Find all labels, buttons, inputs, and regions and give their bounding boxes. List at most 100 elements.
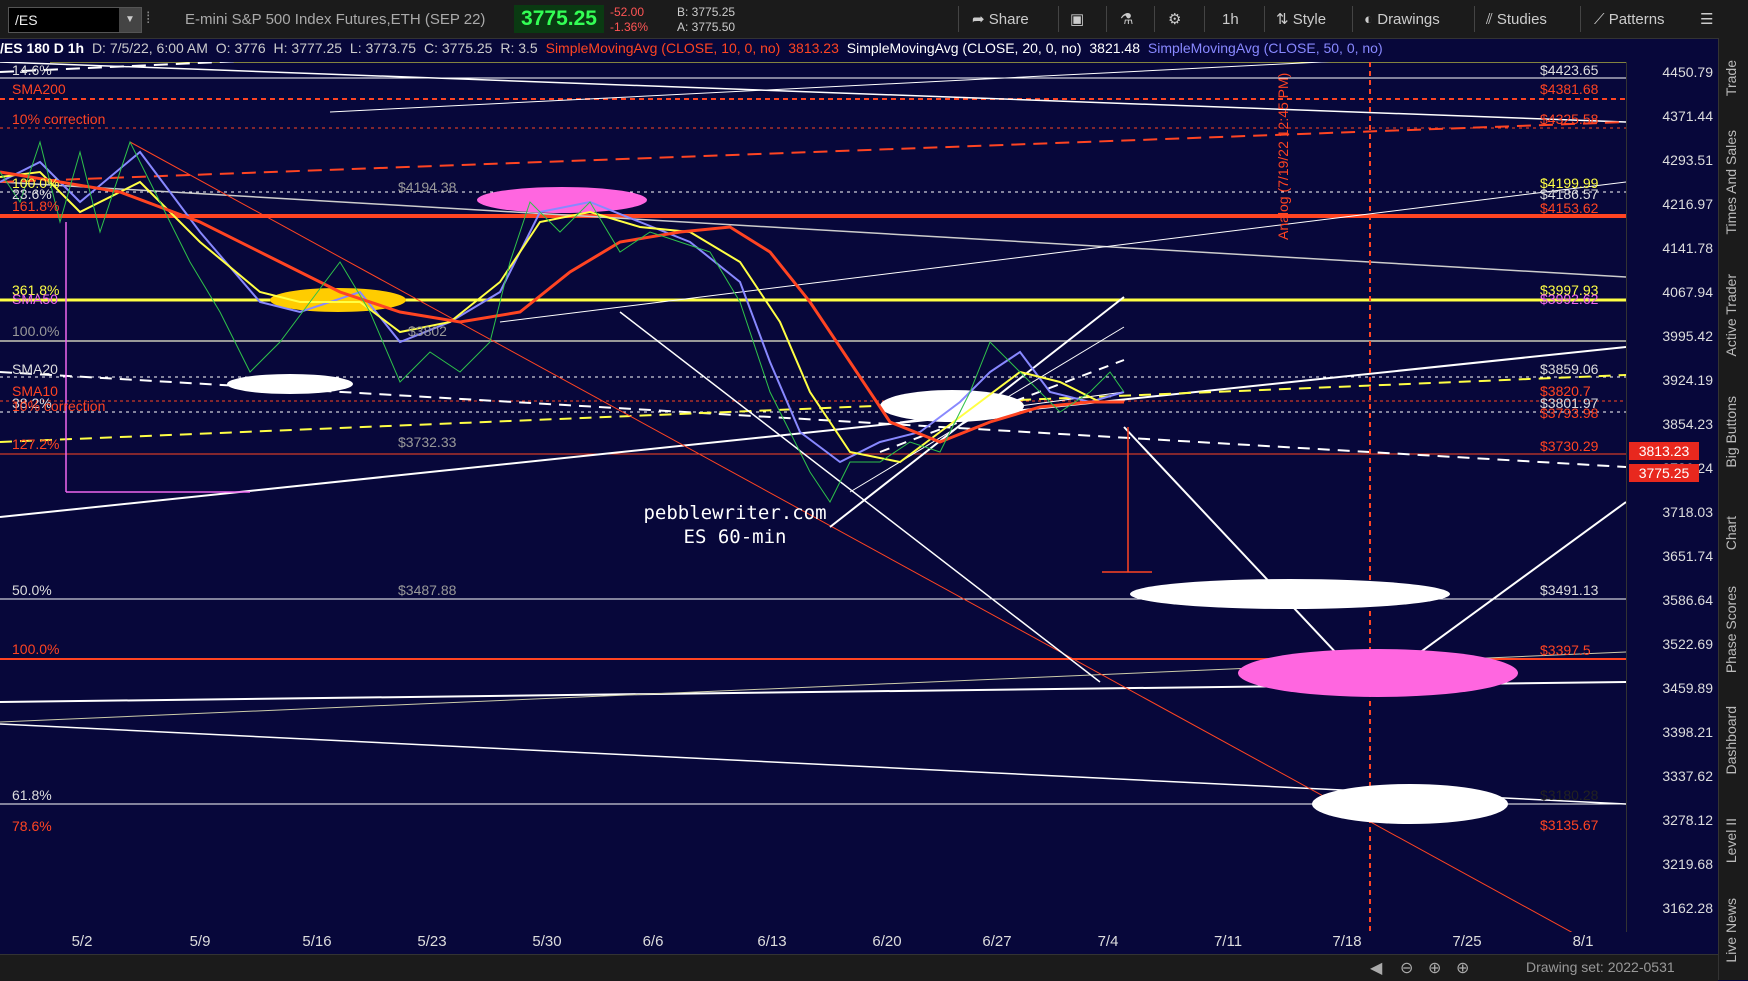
share-icon: ➦ bbox=[972, 11, 985, 28]
fib-label: 14.6% bbox=[12, 62, 52, 78]
y-tick: 4067.94 bbox=[1662, 284, 1713, 300]
tab-trade[interactable]: Trade bbox=[1723, 60, 1745, 96]
link-icon[interactable]: ⁞ bbox=[146, 10, 150, 28]
tab-live-news[interactable]: Live News bbox=[1723, 898, 1745, 963]
divider bbox=[1352, 6, 1353, 32]
tab-big-buttons[interactable]: Big Buttons bbox=[1723, 396, 1745, 468]
settings-button[interactable]: ⚙ bbox=[1168, 8, 1181, 32]
patterns-icon: ⟋ bbox=[1594, 11, 1605, 28]
tab-phase-scores[interactable]: Phase Scores bbox=[1723, 586, 1745, 673]
chevron-down-icon[interactable]: ▼ bbox=[119, 8, 141, 32]
y-tick: 3651.74 bbox=[1662, 548, 1713, 564]
price-note: $3732.33 bbox=[398, 434, 457, 450]
bar-high: H: 3777.25 bbox=[273, 40, 343, 56]
x-tick: 6/20 bbox=[872, 933, 902, 950]
divider bbox=[1204, 6, 1205, 32]
last-price: 3775.25 bbox=[514, 5, 604, 33]
bar-date: D: 7/5/22, 6:00 AM bbox=[91, 40, 208, 56]
x-tick: 5/2 bbox=[71, 933, 93, 950]
studies-label: Studies bbox=[1496, 11, 1547, 28]
price-axis[interactable]: 4450.79 4371.44 4293.51 4216.97 4141.78 … bbox=[1626, 62, 1719, 932]
style-icon: ⇅ bbox=[1276, 11, 1289, 28]
fib-label: 23.6% bbox=[12, 186, 52, 202]
studies-button[interactable]: ⫽ Studies bbox=[1486, 8, 1547, 32]
studies-icon: ⫽ bbox=[1486, 11, 1493, 28]
y-tick: 3337.62 bbox=[1662, 768, 1713, 784]
divider bbox=[1154, 6, 1155, 32]
scroll-left-icon[interactable]: ◀ bbox=[1370, 958, 1382, 978]
divider bbox=[1058, 6, 1059, 32]
tab-active-trader[interactable]: Active Trader bbox=[1723, 274, 1745, 356]
level-label: $3730.29 bbox=[1540, 438, 1599, 454]
net-change: -52.00 bbox=[610, 5, 645, 19]
collapse-button[interactable]: ☰ bbox=[1700, 8, 1713, 32]
tab-times-and-sales[interactable]: Times And Sales bbox=[1723, 130, 1745, 235]
fib-label: 50.0% bbox=[12, 582, 52, 598]
pan-icon[interactable]: ⊕ bbox=[1428, 958, 1441, 978]
symbol-text: /ES bbox=[15, 12, 38, 28]
symbol-selector[interactable]: /ES ▼ bbox=[8, 7, 142, 33]
x-tick: 7/18 bbox=[1332, 933, 1362, 950]
fib-label: 78.6% bbox=[12, 818, 52, 834]
drawings-icon: ◐ bbox=[1364, 11, 1374, 28]
screenshot-button[interactable]: ▣ bbox=[1070, 8, 1084, 32]
x-tick: 6/13 bbox=[757, 933, 787, 950]
tab-chart[interactable]: Chart bbox=[1723, 516, 1745, 550]
sma10-label[interactable]: SimpleMovingAvg (CLOSE, 10, 0, no) bbox=[546, 40, 781, 56]
level-label: $4381.68 bbox=[1540, 81, 1599, 97]
last-price-tag: 3775.25 bbox=[1629, 464, 1699, 482]
x-tick: 8/1 bbox=[1572, 933, 1594, 950]
flask-button[interactable]: ⚗ bbox=[1120, 8, 1133, 32]
y-tick: 3219.68 bbox=[1662, 856, 1713, 872]
status-bar: ◀ ⊖ ⊕ ⊕ Drawing set: 2022-0531 bbox=[0, 954, 1718, 981]
bar-range: R: 3.5 bbox=[500, 40, 538, 56]
x-tick: 5/30 bbox=[532, 933, 562, 950]
collapse-icon: ☰ bbox=[1700, 11, 1714, 28]
fib-label: 10% correction bbox=[12, 398, 106, 414]
level-label: $4153.62 bbox=[1540, 200, 1599, 216]
price-note: $4194.38 bbox=[398, 179, 457, 195]
watermark-timeframe: ES 60-min bbox=[683, 526, 787, 548]
x-tick: 6/6 bbox=[642, 933, 664, 950]
y-tick: 4141.78 bbox=[1662, 240, 1713, 256]
style-button[interactable]: ⇅ Style bbox=[1276, 8, 1326, 32]
ask-price: A: 3775.50 bbox=[677, 20, 736, 34]
x-tick: 7/11 bbox=[1213, 933, 1243, 950]
drawing-set-label[interactable]: Drawing set: 2022-0531 bbox=[1526, 959, 1675, 975]
sma10-price-tag: 3813.23 bbox=[1629, 442, 1699, 460]
share-button[interactable]: ➦ Share bbox=[972, 8, 1029, 32]
style-label: Style bbox=[1292, 11, 1327, 28]
chart-drawings bbox=[0, 51, 1627, 963]
level-label: $3180.28 bbox=[1540, 787, 1599, 803]
watermark-site: pebblewriter.com bbox=[643, 502, 827, 524]
sma20-label[interactable]: SimpleMovingAvg (CLOSE, 20, 0, no) bbox=[847, 40, 1082, 56]
level-label: $3992.62 bbox=[1540, 291, 1599, 307]
analog-label: Analog (7/19/22 12:45 PM) bbox=[1275, 72, 1291, 240]
patterns-button[interactable]: ⟋ Patterns bbox=[1594, 8, 1665, 32]
drawings-button[interactable]: ◐ Drawings bbox=[1364, 8, 1440, 32]
aggregation-button[interactable]: 1h bbox=[1222, 8, 1239, 32]
fib-label: 100.0% bbox=[12, 641, 60, 657]
x-tick: 6/27 bbox=[982, 933, 1012, 950]
price-note: $3487.88 bbox=[398, 582, 457, 598]
divider bbox=[1580, 6, 1581, 32]
sma50-label[interactable]: SimpleMovingAvg (CLOSE, 50, 0, no) bbox=[1148, 40, 1383, 56]
zoom-out-icon[interactable]: ⊖ bbox=[1400, 958, 1413, 978]
zoom-in-icon[interactable]: ⊕ bbox=[1456, 958, 1469, 978]
tab-level-ii[interactable]: Level II bbox=[1723, 818, 1745, 863]
study-info-bar: /ES 180 D 1h D: 7/5/22, 6:00 AM O: 3776 … bbox=[0, 40, 1626, 62]
tab-dashboard[interactable]: Dashboard bbox=[1723, 706, 1745, 775]
y-tick: 3995.42 bbox=[1662, 328, 1713, 344]
share-label: Share bbox=[988, 11, 1029, 28]
patterns-label: Patterns bbox=[1608, 11, 1665, 28]
level-label: $3397.5 bbox=[1540, 642, 1591, 658]
bar-low: L: 3773.75 bbox=[349, 40, 417, 56]
x-tick: 7/4 bbox=[1097, 933, 1119, 950]
level-label: $3793.98 bbox=[1540, 405, 1599, 421]
time-axis[interactable]: 5/2 5/9 5/16 5/23 5/30 6/6 6/13 6/20 6/2… bbox=[0, 932, 1626, 954]
y-tick: 3854.23 bbox=[1662, 416, 1713, 432]
bar-open: O: 3776 bbox=[215, 40, 266, 56]
instrument-name: E-mini S&P 500 Index Futures,ETH (SEP 22… bbox=[185, 11, 486, 28]
fib-label: 61.8% bbox=[12, 787, 52, 803]
price-chart[interactable]: $4423.65 $4381.68 $4325.58 $4199.99 $418… bbox=[0, 51, 1627, 963]
